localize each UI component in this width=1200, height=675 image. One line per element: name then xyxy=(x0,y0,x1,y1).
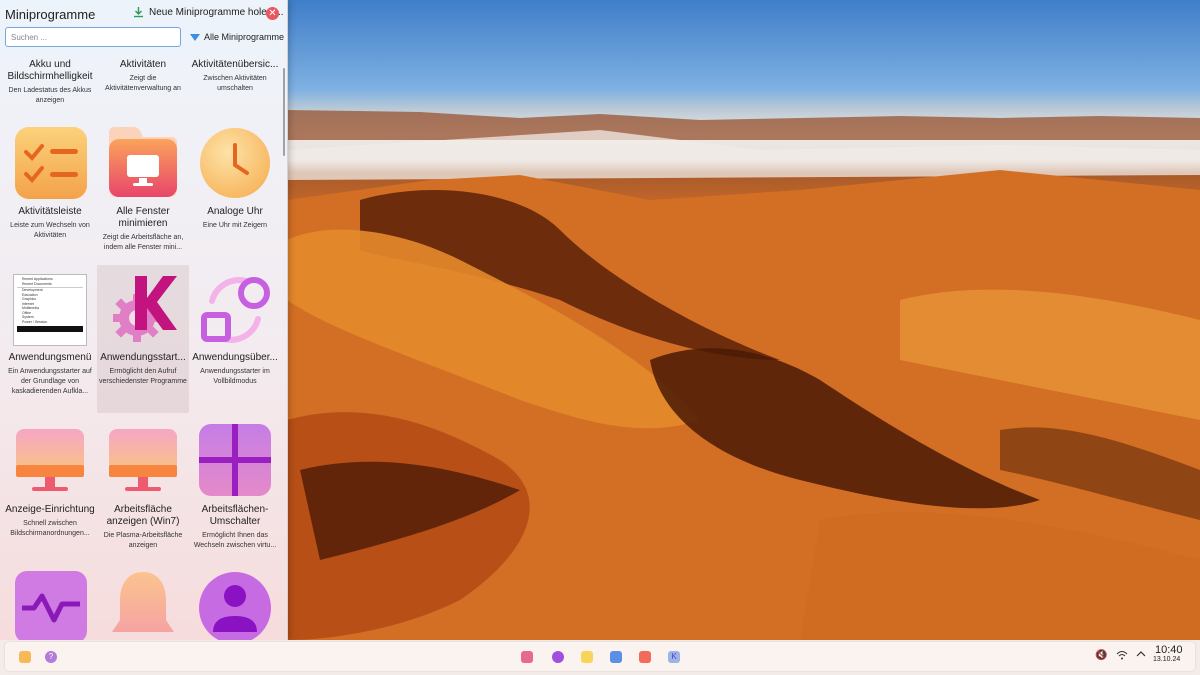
widget-name: Arbeitsfläche anzeigen (Win7) xyxy=(106,504,180,527)
widget-name: Anwendungsüber... xyxy=(192,352,278,363)
settings-pinwheel-icon[interactable] xyxy=(521,651,533,663)
clock-date[interactable]: 13.10.24 xyxy=(1153,656,1180,663)
scrollbar[interactable] xyxy=(283,68,285,156)
search-icon[interactable] xyxy=(552,651,564,663)
widget-desc: Ermöglicht den Aufruf verschiedenster Pr… xyxy=(99,368,187,385)
widget-desc: Den Ladestatus des Akkus anzeigen xyxy=(8,87,92,104)
panel-header: Miniprogramme Neue Miniprogramme holen .… xyxy=(0,0,287,58)
widget-app-menu[interactable]: Recent Applications Recent Documents Dev… xyxy=(4,268,96,408)
widget-battery[interactable]: Akku und Bildschirmhelligkeit Den Ladest… xyxy=(4,59,96,106)
kde-icon[interactable]: K xyxy=(668,651,680,663)
show-desktop-icon xyxy=(97,420,189,504)
widget-display-config[interactable]: Anzeige-Einrichtung Schnell zwischen Bil… xyxy=(4,420,96,560)
notification-bell-icon xyxy=(108,570,178,640)
widget-desc: Ein Anwendungsstarter auf der Grundlage … xyxy=(8,368,92,395)
kde-launcher-icon xyxy=(97,265,189,352)
widget-name: Alle Fenster minimieren xyxy=(116,206,170,229)
user-icon xyxy=(199,570,271,640)
widget-app-dashboard[interactable]: Anwendungsüber... Anwendungsstarter im V… xyxy=(189,268,281,408)
clock-time[interactable]: 10:40 xyxy=(1155,644,1183,656)
widget-desc: Zwischen Aktivitäten umschalten xyxy=(203,75,267,92)
widget-activity-bar[interactable]: Aktivitätsleiste Leiste zum Wechseln von… xyxy=(4,122,96,248)
chevron-up-icon[interactable] xyxy=(1136,650,1146,661)
widget-name: Akku und Bildschirmhelligkeit xyxy=(7,59,93,82)
taskbar: ? K 🔇 xyxy=(0,640,1200,675)
monitor-icon xyxy=(97,122,189,206)
filter-label: Alle Miniprogramme xyxy=(204,32,285,42)
checklist-icon xyxy=(4,122,96,206)
file-manager-icon[interactable] xyxy=(639,651,651,663)
system-monitor-icon xyxy=(14,570,88,640)
close-icon: ✕ xyxy=(268,8,277,19)
get-new-label: Neue Miniprogramme holen ... xyxy=(149,6,284,18)
widget-desc: Eine Uhr mit Zeigern xyxy=(202,222,268,229)
widget-desc: Zeigt die Aktivitätenverwaltung an xyxy=(105,75,181,92)
widget-name: Arbeitsflächen-Umschalter xyxy=(201,504,269,527)
taskbar-panel: ? K 🔇 xyxy=(5,642,1195,671)
widget-pager[interactable]: Arbeitsflächen-Umschalter Ermöglicht Ihn… xyxy=(189,420,281,560)
widget-minimize-all[interactable]: Alle Fenster minimieren Zeigt die Arbeit… xyxy=(97,122,189,251)
widget-desc: Schnell zwischen Bildschirmanordnungen..… xyxy=(10,520,90,537)
filter-icon xyxy=(190,33,200,41)
pager-icon xyxy=(189,420,281,504)
filter-dropdown[interactable]: Alle Miniprogramme xyxy=(190,32,284,42)
widget-app-launcher[interactable]: Anwendungsstart... Ermöglicht den Aufruf… xyxy=(97,265,189,413)
preview-item: Power / Session xyxy=(22,319,48,324)
widget-name: Aktivitätenübersic... xyxy=(191,59,279,70)
widget-name: Anzeige-Einrichtung xyxy=(5,504,95,515)
get-new-widgets-button[interactable]: Neue Miniprogramme holen ... xyxy=(133,6,284,18)
display-icon xyxy=(4,420,96,504)
widget-show-desktop[interactable]: Arbeitsfläche anzeigen (Win7) Die Plasma… xyxy=(97,420,189,560)
widget-desc: Zeigt die Arbeitsfläche an, indem alle F… xyxy=(102,234,184,251)
widget-name: Analoge Uhr xyxy=(207,206,263,217)
notes-icon[interactable] xyxy=(581,651,593,663)
download-icon xyxy=(133,6,144,18)
wifi-icon[interactable] xyxy=(1116,650,1128,663)
panel-title: Miniprogramme xyxy=(5,7,96,22)
volume-muted-icon[interactable]: 🔇 xyxy=(1095,650,1107,661)
close-button[interactable]: ✕ xyxy=(266,7,279,20)
widget-activity-switcher[interactable]: Aktivitätenübersic... Zwischen Aktivität… xyxy=(189,59,281,94)
widget-desc: Die Plasma-Arbeitsfläche anzeigen xyxy=(103,532,183,549)
search-input[interactable] xyxy=(5,27,181,47)
help-icon[interactable]: ? xyxy=(45,651,57,663)
app-menu-preview-icon: Recent Applications Recent Documents Dev… xyxy=(4,268,96,352)
clock-icon xyxy=(189,122,281,206)
widget-desc: Anwendungsstarter im Vollbildmodus xyxy=(200,368,270,385)
widget-name: Anwendungsmenü xyxy=(8,352,92,363)
widget-desc: Leiste zum Wechseln von Aktivitäten xyxy=(10,222,90,239)
dashboard-icon xyxy=(189,268,281,352)
app-launcher-icon[interactable] xyxy=(19,651,31,663)
widget-analog-clock[interactable]: Analoge Uhr Eine Uhr mit Zeigern xyxy=(189,122,281,248)
window-switcher-icon[interactable] xyxy=(610,651,622,663)
widget-desc: Ermöglicht Ihnen das Wechseln zwischen v… xyxy=(193,532,277,549)
widget-explorer-panel: Miniprogramme Neue Miniprogramme holen .… xyxy=(0,0,288,640)
widget-name: Anwendungsstart... xyxy=(100,352,186,363)
widget-name: Aktivitätsleiste xyxy=(18,206,82,217)
widget-name: Aktivitäten xyxy=(119,59,167,70)
widget-activities[interactable]: Aktivitäten Zeigt die Aktivitätenverwalt… xyxy=(97,59,189,94)
